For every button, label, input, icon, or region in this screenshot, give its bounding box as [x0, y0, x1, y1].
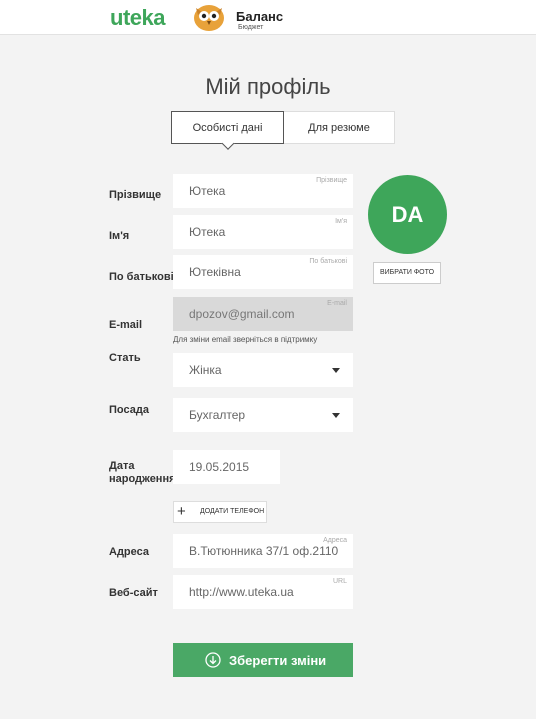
address-field[interactable]: В.Тютюнника 37/1 оф.2110 Адреса — [173, 534, 353, 568]
page-title: Мій профіль — [205, 73, 331, 99]
address-value: В.Тютюнника 37/1 оф.2110 — [189, 544, 339, 558]
balans-logo[interactable]: Баланс Бюджет — [192, 2, 292, 32]
balans-subtitle: Бюджет — [238, 24, 264, 31]
surname-field[interactable]: Ютека Прізвище — [173, 174, 353, 208]
birthdate-label-line1: Дата — [109, 460, 135, 472]
name-field[interactable]: Ютека Ім'я — [173, 215, 353, 249]
owl-icon — [194, 5, 224, 31]
tab-personal-data[interactable]: Особисті дані — [171, 111, 284, 144]
choose-photo-button[interactable]: ВИБРАТИ ФОТО — [373, 262, 441, 284]
avatar: DA — [368, 175, 447, 254]
birthdate-value: 19.05.2015 — [189, 460, 250, 474]
website-label: Веб-сайт — [109, 587, 158, 599]
gender-label: Стать — [109, 352, 141, 364]
add-phone-label: ДОДАТИ ТЕЛЕФОН — [200, 508, 265, 515]
website-field[interactable]: http://www.uteka.ua URL — [173, 575, 353, 609]
address-label: Адреса — [109, 546, 149, 558]
uteka-logo[interactable]: uteka — [110, 5, 165, 31]
position-value: Бухгалтер — [189, 408, 246, 422]
email-hint: E-mail — [327, 300, 347, 307]
website-hint: URL — [332, 578, 347, 585]
birthdate-label-line2: народження — [109, 473, 176, 485]
gender-select[interactable]: Жінка — [173, 353, 353, 387]
name-hint: Ім'я — [335, 218, 347, 225]
patronymic-label: По батькові — [109, 271, 174, 283]
email-support-note: Для зміни email зверніться в підтримку — [173, 335, 318, 344]
website-value: http://www.uteka.ua — [189, 585, 294, 599]
top-bar: uteka Баланс Бюджет — [0, 0, 536, 35]
patronymic-field[interactable]: Ютеківна По батькові — [173, 255, 353, 289]
birthdate-field[interactable]: 19.05.2015 — [173, 450, 280, 484]
chevron-down-icon — [332, 368, 340, 373]
gender-value: Жінка — [189, 363, 222, 377]
surname-label: Прізвище — [109, 189, 162, 201]
position-label: Посада — [109, 404, 149, 416]
save-button-label: Зберегти зміни — [229, 653, 327, 668]
add-phone-button[interactable]: + ДОДАТИ ТЕЛЕФОН — [173, 501, 267, 523]
plus-icon: + — [177, 503, 186, 520]
download-icon — [205, 652, 221, 668]
name-value: Ютека — [189, 225, 226, 239]
balans-name: Баланс — [236, 9, 284, 24]
email-value: dpozov@gmail.com — [189, 307, 295, 321]
chevron-down-icon — [332, 413, 340, 418]
tab-resume[interactable]: Для резюме — [284, 111, 395, 144]
save-button[interactable]: Зберегти зміни — [173, 643, 353, 677]
address-hint: Адреса — [323, 537, 347, 544]
surname-value: Ютека — [189, 184, 226, 198]
birthdate-label: Дата народження — [109, 460, 176, 486]
position-select[interactable]: Бухгалтер — [173, 398, 353, 432]
surname-hint: Прізвище — [316, 177, 347, 184]
name-label: Ім'я — [109, 230, 130, 242]
patronymic-hint: По батькові — [309, 258, 347, 265]
email-label: E-mail — [109, 319, 143, 331]
email-field: dpozov@gmail.com E-mail — [173, 297, 353, 331]
patronymic-value: Ютеківна — [189, 265, 241, 279]
